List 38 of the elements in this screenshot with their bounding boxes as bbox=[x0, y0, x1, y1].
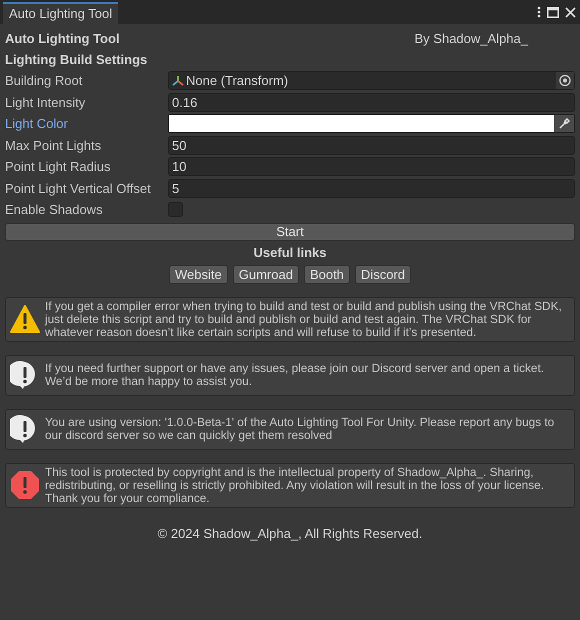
maximize-icon[interactable] bbox=[547, 6, 559, 18]
field-label: Enable Shadows bbox=[5, 202, 104, 218]
author-text: By Shadow_Alpha_ bbox=[414, 31, 528, 46]
field-label: Point Light Radius bbox=[5, 159, 112, 174]
field-label: Light Intensity bbox=[5, 94, 86, 110]
eyedropper-button[interactable] bbox=[554, 115, 574, 132]
number-field[interactable]: 10 bbox=[168, 157, 575, 176]
close-icon[interactable] bbox=[565, 6, 576, 18]
more-icon[interactable] bbox=[537, 6, 541, 18]
number-field[interactable]: 0.16 bbox=[168, 92, 575, 112]
link-button[interactable]: Gumroad bbox=[232, 264, 299, 284]
error-icon bbox=[10, 470, 40, 500]
copyright-text: © 2024 Shadow_Alpha_, All Rights Reserved. bbox=[158, 526, 422, 540]
help-text: This tool is protected by copyright and is the intellectual property of Shadow_Alpha_. Sharing, redistributing, or reselling is strictly prohibited. Any violation will result in the loss of your license. Thank you for your compliance. bbox=[45, 466, 545, 504]
links-title: Useful links bbox=[254, 244, 326, 260]
link-button[interactable]: Booth bbox=[304, 264, 350, 284]
link-button[interactable]: Website bbox=[169, 264, 228, 284]
color-swatch[interactable] bbox=[169, 115, 554, 132]
field-label: Point Light Vertical Offset bbox=[5, 180, 152, 196]
field-label: Max Point Lights bbox=[5, 138, 102, 153]
color-field[interactable] bbox=[168, 114, 575, 134]
link-button[interactable]: Discord bbox=[354, 264, 411, 284]
eyedropper-icon bbox=[558, 118, 570, 130]
help-text: If you need further support or have any issues, please join our Discord server and open a ticket. We’d be more than happy to assist you. bbox=[45, 362, 546, 388]
field-label: Light Color bbox=[5, 116, 69, 132]
number-field[interactable]: 5 bbox=[168, 178, 575, 198]
start-button[interactable]: Start bbox=[5, 222, 575, 240]
warning-icon bbox=[10, 305, 40, 333]
transform-icon bbox=[172, 74, 184, 87]
tool-title: Auto Lighting Tool bbox=[5, 31, 120, 46]
field-label: Building Root bbox=[5, 73, 84, 88]
window-tab[interactable]: Auto Lighting Tool bbox=[3, 2, 118, 24]
target-icon[interactable] bbox=[556, 72, 574, 90]
help-text: You are using version: '1.0.0-Beta-1' of the Auto Lighting Tool For Unity. Please report any bugs to our discord server so we can quickly get them resolved bbox=[45, 416, 556, 442]
number-field[interactable]: 50 bbox=[168, 136, 575, 155]
section-title: Lighting Build Settings bbox=[5, 52, 148, 67]
help-text: If you get a compiler error when trying to build and test or build and publish using the VRChat SDK, just delete this script and try to build and publish or build and test again. The VRChat SDK for whatever reason doesn’t like certain scripts and will refuse to build if it’s presented. bbox=[45, 300, 563, 338]
object-field[interactable]: None (Transform) bbox=[168, 71, 575, 90]
